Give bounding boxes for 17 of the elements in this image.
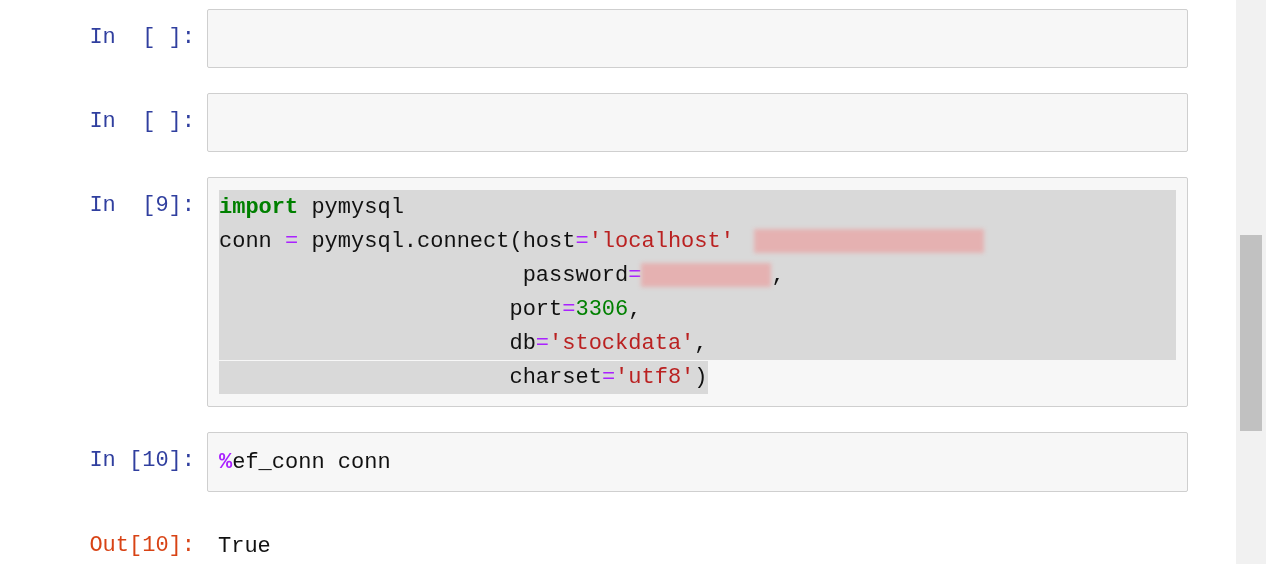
- input-prompt: In [10]:: [89, 447, 195, 475]
- code-cell[interactable]: %ef_conn conn: [207, 432, 1188, 492]
- code-cell[interactable]: [207, 9, 1188, 68]
- input-prompt: In [9]:: [89, 192, 195, 220]
- code-line: True: [218, 532, 271, 561]
- code-cell[interactable]: import pymysql conn = pymysql.connect(host='localhost' password= , port=3306, db='stockdata', charset='utf8'): [207, 177, 1188, 407]
- code-line: import pymysql: [219, 193, 404, 222]
- scrollbar-thumb[interactable]: [1240, 235, 1262, 431]
- code-line: %ef_conn conn: [219, 448, 391, 477]
- output-prompt: Out[10]:: [89, 532, 195, 560]
- input-prompt: In [ ]:: [89, 24, 195, 52]
- input-prompt: In [ ]:: [89, 108, 195, 136]
- code-line: db='stockdata',: [508, 329, 708, 358]
- code-line: conn = pymysql.connect(host='localhost': [219, 224, 984, 258]
- code-line: password= ,: [521, 261, 785, 290]
- code-line: port=3306,: [508, 295, 642, 324]
- code-cell[interactable]: [207, 93, 1188, 152]
